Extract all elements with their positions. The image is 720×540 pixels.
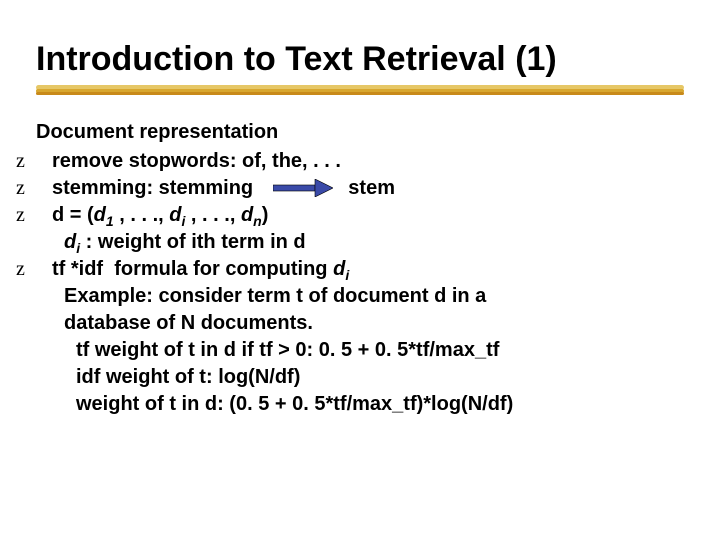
bullet-icon: z [36, 256, 52, 283]
title-underline [36, 85, 684, 101]
weight-line: weight of t in d: (0. 5 + 0. 5*tf/max_tf… [36, 391, 684, 418]
example-intro-1: Example: consider term t of document d i… [36, 283, 684, 310]
slide-body: Document representation zremove stopword… [36, 119, 684, 418]
bullet-remove-stopwords: zremove stopwords: of, the, . . . [36, 148, 684, 175]
idf-line: idf weight of t: log(N/df) [36, 364, 684, 391]
bullet-text-post: stem [348, 177, 395, 199]
bullet-text: d = (d1 , . . ., di , . . ., dn) [52, 204, 268, 226]
slide: Introduction to Text Retrieval (1) Docum… [0, 0, 720, 540]
bullet-text: remove stopwords: of, the, . . . [52, 150, 341, 172]
bullet-icon: z [36, 202, 52, 229]
bullet-stemming: zstemming: stemming stem [36, 175, 684, 202]
bullet-icon: z [36, 148, 52, 175]
bullet-text: tf *idf formula for computing di [52, 258, 349, 280]
arrow-icon [273, 179, 333, 197]
example-intro-2: database of N documents. [36, 310, 684, 337]
bullet-text-pre: stemming: stemming [52, 177, 253, 199]
bullet-icon: z [36, 175, 52, 202]
slide-title: Introduction to Text Retrieval (1) [36, 40, 684, 79]
tf-line: tf weight of t in d if tf > 0: 0. 5 + 0.… [36, 337, 684, 364]
bullet-tfidf: ztf *idf formula for computing di [36, 256, 684, 283]
bullet-vector: zd = (d1 , . . ., di , . . ., dn) [36, 202, 684, 229]
section-heading: Document representation [36, 119, 684, 146]
bullet-vector-desc: di : weight of ith term in d [36, 229, 684, 256]
